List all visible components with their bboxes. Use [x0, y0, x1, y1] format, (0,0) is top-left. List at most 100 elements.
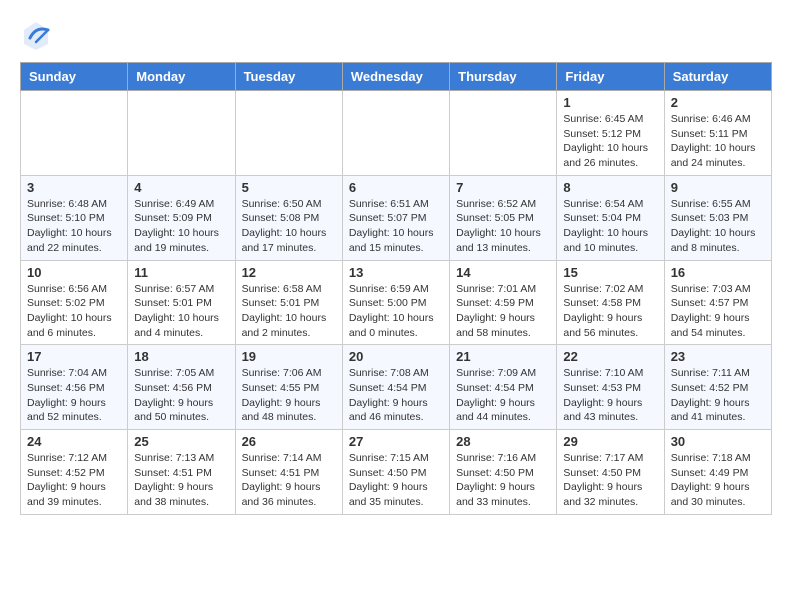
- day-info: Sunrise: 7:11 AM Sunset: 4:52 PM Dayligh…: [671, 366, 765, 425]
- day-info: Sunrise: 7:08 AM Sunset: 4:54 PM Dayligh…: [349, 366, 443, 425]
- calendar-cell: 13 Sunrise: 6:59 AM Sunset: 5:00 PM Dayli…: [342, 260, 449, 345]
- calendar-cell: 19 Sunrise: 7:06 AM Sunset: 4:55 PM Dayli…: [235, 345, 342, 430]
- calendar-cell: 16 Sunrise: 7:03 AM Sunset: 4:57 PM Dayli…: [664, 260, 771, 345]
- day-number: 18: [134, 349, 228, 364]
- calendar-cell: 1Sunrise: 6:45 AM Sunset: 5:12 PM Daylig…: [557, 91, 664, 176]
- day-info: Sunrise: 7:17 AM Sunset: 4:50 PM Dayligh…: [563, 451, 657, 510]
- weekday-header: Friday: [557, 63, 664, 91]
- day-number: 12: [242, 265, 336, 280]
- calendar-cell: 5 Sunrise: 6:50 AM Sunset: 5:08 PM Daylig…: [235, 175, 342, 260]
- day-info: Sunrise: 7:06 AM Sunset: 4:55 PM Dayligh…: [242, 366, 336, 425]
- calendar-cell: 23 Sunrise: 7:11 AM Sunset: 4:52 PM Dayli…: [664, 345, 771, 430]
- day-info: Sunrise: 6:46 AM Sunset: 5:11 PM Dayligh…: [671, 112, 765, 171]
- day-number: 1: [563, 95, 657, 110]
- day-info: Sunrise: 7:14 AM Sunset: 4:51 PM Dayligh…: [242, 451, 336, 510]
- calendar-cell: 30Sunrise: 7:18 AM Sunset: 4:49 PM Dayli…: [664, 430, 771, 515]
- calendar-cell: 20 Sunrise: 7:08 AM Sunset: 4:54 PM Dayli…: [342, 345, 449, 430]
- day-info: Sunrise: 7:04 AM Sunset: 4:56 PM Dayligh…: [27, 366, 121, 425]
- day-number: 13: [349, 265, 443, 280]
- weekday-header: Saturday: [664, 63, 771, 91]
- day-info: Sunrise: 6:56 AM Sunset: 5:02 PM Dayligh…: [27, 282, 121, 341]
- day-number: 26: [242, 434, 336, 449]
- day-number: 25: [134, 434, 228, 449]
- day-info: Sunrise: 6:50 AM Sunset: 5:08 PM Dayligh…: [242, 197, 336, 256]
- day-info: Sunrise: 6:49 AM Sunset: 5:09 PM Dayligh…: [134, 197, 228, 256]
- calendar-cell: 18Sunrise: 7:05 AM Sunset: 4:56 PM Dayli…: [128, 345, 235, 430]
- day-number: 7: [456, 180, 550, 195]
- day-info: Sunrise: 6:58 AM Sunset: 5:01 PM Dayligh…: [242, 282, 336, 341]
- calendar-cell: 26 Sunrise: 7:14 AM Sunset: 4:51 PM Dayli…: [235, 430, 342, 515]
- calendar-cell: 8 Sunrise: 6:54 AM Sunset: 5:04 PM Daylig…: [557, 175, 664, 260]
- day-number: 23: [671, 349, 765, 364]
- calendar-cell: 11 Sunrise: 6:57 AM Sunset: 5:01 PM Dayli…: [128, 260, 235, 345]
- day-number: 14: [456, 265, 550, 280]
- weekday-header: Monday: [128, 63, 235, 91]
- calendar-cell: 22 Sunrise: 7:10 AM Sunset: 4:53 PM Dayli…: [557, 345, 664, 430]
- calendar-cell: 27Sunrise: 7:15 AM Sunset: 4:50 PM Dayli…: [342, 430, 449, 515]
- day-info: Sunrise: 6:52 AM Sunset: 5:05 PM Dayligh…: [456, 197, 550, 256]
- calendar-cell: 2 Sunrise: 6:46 AM Sunset: 5:11 PM Daylig…: [664, 91, 771, 176]
- calendar-cell: 24 Sunrise: 7:12 AM Sunset: 4:52 PM Dayli…: [21, 430, 128, 515]
- weekday-header: Sunday: [21, 63, 128, 91]
- day-info: Sunrise: 7:02 AM Sunset: 4:58 PM Dayligh…: [563, 282, 657, 341]
- day-number: 19: [242, 349, 336, 364]
- day-number: 4: [134, 180, 228, 195]
- calendar-cell: [235, 91, 342, 176]
- weekday-header: Thursday: [450, 63, 557, 91]
- day-number: 6: [349, 180, 443, 195]
- day-info: Sunrise: 7:03 AM Sunset: 4:57 PM Dayligh…: [671, 282, 765, 341]
- day-number: 16: [671, 265, 765, 280]
- calendar-week: 24 Sunrise: 7:12 AM Sunset: 4:52 PM Dayli…: [21, 430, 772, 515]
- calendar-body: 1Sunrise: 6:45 AM Sunset: 5:12 PM Daylig…: [21, 91, 772, 515]
- calendar-cell: 17 Sunrise: 7:04 AM Sunset: 4:56 PM Dayli…: [21, 345, 128, 430]
- day-number: 21: [456, 349, 550, 364]
- calendar-week: 17 Sunrise: 7:04 AM Sunset: 4:56 PM Dayli…: [21, 345, 772, 430]
- calendar-cell: 7 Sunrise: 6:52 AM Sunset: 5:05 PM Daylig…: [450, 175, 557, 260]
- day-info: Sunrise: 7:12 AM Sunset: 4:52 PM Dayligh…: [27, 451, 121, 510]
- day-info: Sunrise: 6:48 AM Sunset: 5:10 PM Dayligh…: [27, 197, 121, 256]
- calendar-cell: 29 Sunrise: 7:17 AM Sunset: 4:50 PM Dayli…: [557, 430, 664, 515]
- calendar-cell: 15 Sunrise: 7:02 AM Sunset: 4:58 PM Dayli…: [557, 260, 664, 345]
- day-number: 5: [242, 180, 336, 195]
- calendar-week: 10 Sunrise: 6:56 AM Sunset: 5:02 PM Dayli…: [21, 260, 772, 345]
- day-info: Sunrise: 6:57 AM Sunset: 5:01 PM Dayligh…: [134, 282, 228, 341]
- day-number: 22: [563, 349, 657, 364]
- day-number: 8: [563, 180, 657, 195]
- day-info: Sunrise: 7:16 AM Sunset: 4:50 PM Dayligh…: [456, 451, 550, 510]
- weekday-row: SundayMondayTuesdayWednesdayThursdayFrid…: [21, 63, 772, 91]
- calendar-cell: 21 Sunrise: 7:09 AM Sunset: 4:54 PM Dayli…: [450, 345, 557, 430]
- logo-icon: [20, 20, 52, 52]
- calendar-cell: 4 Sunrise: 6:49 AM Sunset: 5:09 PM Daylig…: [128, 175, 235, 260]
- day-info: Sunrise: 6:54 AM Sunset: 5:04 PM Dayligh…: [563, 197, 657, 256]
- calendar-cell: [128, 91, 235, 176]
- day-info: Sunrise: 6:59 AM Sunset: 5:00 PM Dayligh…: [349, 282, 443, 341]
- day-number: 10: [27, 265, 121, 280]
- day-number: 29: [563, 434, 657, 449]
- calendar-cell: [450, 91, 557, 176]
- calendar-week: 3 Sunrise: 6:48 AM Sunset: 5:10 PM Daylig…: [21, 175, 772, 260]
- calendar-week: 1Sunrise: 6:45 AM Sunset: 5:12 PM Daylig…: [21, 91, 772, 176]
- day-info: Sunrise: 6:55 AM Sunset: 5:03 PM Dayligh…: [671, 197, 765, 256]
- page-header: [20, 20, 772, 52]
- calendar-cell: 14Sunrise: 7:01 AM Sunset: 4:59 PM Dayli…: [450, 260, 557, 345]
- day-number: 9: [671, 180, 765, 195]
- day-number: 3: [27, 180, 121, 195]
- day-info: Sunrise: 6:51 AM Sunset: 5:07 PM Dayligh…: [349, 197, 443, 256]
- day-number: 20: [349, 349, 443, 364]
- calendar-cell: [342, 91, 449, 176]
- calendar-cell: 12 Sunrise: 6:58 AM Sunset: 5:01 PM Dayli…: [235, 260, 342, 345]
- day-number: 28: [456, 434, 550, 449]
- day-number: 24: [27, 434, 121, 449]
- day-number: 17: [27, 349, 121, 364]
- day-info: Sunrise: 7:15 AM Sunset: 4:50 PM Dayligh…: [349, 451, 443, 510]
- day-info: Sunrise: 7:10 AM Sunset: 4:53 PM Dayligh…: [563, 366, 657, 425]
- day-info: Sunrise: 7:09 AM Sunset: 4:54 PM Dayligh…: [456, 366, 550, 425]
- calendar-cell: 10 Sunrise: 6:56 AM Sunset: 5:02 PM Dayli…: [21, 260, 128, 345]
- day-number: 11: [134, 265, 228, 280]
- day-number: 15: [563, 265, 657, 280]
- day-info: Sunrise: 7:18 AM Sunset: 4:49 PM Dayligh…: [671, 451, 765, 510]
- calendar-header: SundayMondayTuesdayWednesdayThursdayFrid…: [21, 63, 772, 91]
- weekday-header: Wednesday: [342, 63, 449, 91]
- calendar-cell: 25Sunrise: 7:13 AM Sunset: 4:51 PM Dayli…: [128, 430, 235, 515]
- day-number: 2: [671, 95, 765, 110]
